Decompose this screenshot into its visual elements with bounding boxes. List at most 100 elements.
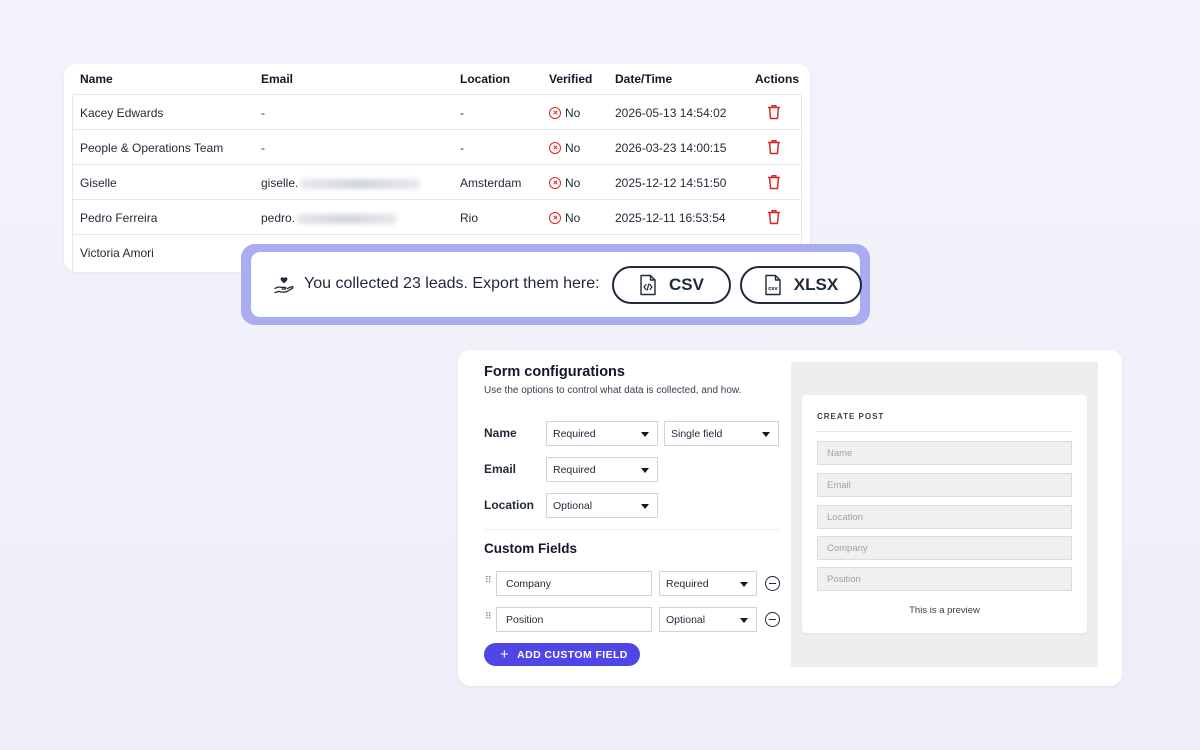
- redacted-email: [297, 213, 398, 224]
- x-circle-icon: [549, 107, 561, 119]
- remove-circle-icon[interactable]: [765, 576, 780, 591]
- export-csv-button[interactable]: CSV: [612, 266, 731, 304]
- xlsx-label: XLSX: [793, 275, 839, 294]
- verified-text: No: [565, 106, 581, 120]
- code-file-icon: [640, 274, 656, 296]
- trash-icon[interactable]: [767, 209, 781, 225]
- x-circle-icon: [549, 177, 561, 189]
- caret-down-icon: [641, 468, 649, 473]
- table-row[interactable]: Giselle giselle. Amsterdam No 2025-12-12…: [73, 165, 801, 200]
- plus-icon: +: [500, 646, 510, 663]
- add-custom-field-button[interactable]: + ADD CUSTOM FIELD: [484, 643, 640, 666]
- csv-file-icon: csv: [765, 274, 781, 296]
- verified-text: No: [565, 176, 581, 190]
- name-field-label: Name: [484, 426, 517, 440]
- cell-datetime: 2025-12-12 14:51:50: [615, 176, 727, 190]
- cell-location: -: [460, 106, 464, 120]
- export-bar: You collected 23 leads. Export them here…: [241, 244, 870, 325]
- cell-name: People & Operations Team: [80, 141, 224, 155]
- table-row[interactable]: Kacey Edwards - - No 2026-05-13 14:54:02: [73, 95, 801, 130]
- company-requirement-select[interactable]: Required: [659, 571, 757, 596]
- add-button-label: ADD CUSTOM FIELD: [517, 648, 628, 661]
- cell-location: -: [460, 141, 464, 155]
- redacted-email: [300, 178, 421, 189]
- x-circle-icon: [549, 212, 561, 224]
- select-value: Required: [666, 578, 709, 590]
- drag-handle-icon[interactable]: ⠿: [485, 576, 492, 585]
- preview-note: This is a preview: [909, 605, 980, 616]
- location-field-label: Location: [484, 498, 534, 512]
- trash-icon[interactable]: [767, 174, 781, 190]
- cell-email: pedro.: [261, 211, 398, 225]
- leads-table: Name Email Location Verified Date/Time A…: [64, 64, 810, 272]
- cell-location: Amsterdam: [460, 176, 522, 190]
- cell-datetime: 2025-12-11 16:53:54: [615, 211, 726, 225]
- verified-text: No: [565, 141, 581, 155]
- header-location[interactable]: Location: [460, 72, 510, 86]
- cell-location: Rio: [460, 211, 479, 225]
- export-panel: You collected 23 leads. Export them here…: [251, 252, 862, 317]
- export-xlsx-button[interactable]: csv XLSX: [740, 266, 862, 304]
- form-configuration-card: Form configurations Use the options to c…: [458, 350, 1122, 686]
- form-title: Form configurations: [484, 364, 625, 380]
- email-text: giselle.: [261, 176, 299, 190]
- cell-email: giselle.: [261, 176, 421, 190]
- header-name[interactable]: Name: [80, 72, 113, 86]
- header-datetime[interactable]: Date/Time: [615, 72, 672, 86]
- cell-verified: No: [549, 106, 580, 120]
- select-value: Required: [553, 464, 596, 476]
- position-requirement-select[interactable]: Optional: [659, 607, 757, 632]
- caret-down-icon: [740, 618, 748, 623]
- preview-divider: [817, 431, 1072, 432]
- cell-email: -: [261, 141, 265, 155]
- csv-label: CSV: [669, 275, 704, 294]
- cell-datetime: 2026-03-23 14:00:15: [615, 141, 727, 155]
- section-divider: [484, 529, 780, 530]
- table-row[interactable]: Pedro Ferreira pedro. Rio No 2025-12-11 …: [73, 200, 801, 235]
- select-value: Optional: [553, 500, 593, 512]
- select-value: Single field: [671, 428, 723, 440]
- svg-text:csv: csv: [768, 286, 778, 292]
- cell-email: -: [261, 106, 265, 120]
- form-subtitle: Use the options to control what data is …: [484, 385, 742, 396]
- preview-location-input[interactable]: Location: [817, 505, 1072, 529]
- header-email[interactable]: Email: [261, 72, 293, 86]
- header-verified[interactable]: Verified: [549, 72, 592, 86]
- preview-company-input[interactable]: Company: [817, 536, 1072, 560]
- table-header: Name Email Location Verified Date/Time A…: [64, 64, 810, 94]
- export-message: You collected 23 leads. Export them here…: [304, 275, 600, 292]
- cell-name: Giselle: [80, 176, 117, 190]
- caret-down-icon: [740, 582, 748, 587]
- select-value: Required: [553, 428, 596, 440]
- name-requirement-select[interactable]: Required: [546, 421, 658, 446]
- custom-field-input-company[interactable]: Company: [496, 571, 652, 596]
- cell-verified: No: [549, 141, 580, 155]
- email-text: pedro.: [261, 211, 296, 225]
- cell-name: Pedro Ferreira: [80, 211, 158, 225]
- remove-circle-icon[interactable]: [765, 612, 780, 627]
- location-requirement-select[interactable]: Optional: [546, 493, 658, 518]
- preview-email-input[interactable]: Email: [817, 473, 1072, 497]
- cell-name: Victoria Amori: [80, 246, 154, 260]
- trash-icon[interactable]: [767, 139, 781, 155]
- caret-down-icon: [762, 432, 770, 437]
- name-mode-select[interactable]: Single field: [664, 421, 779, 446]
- email-requirement-select[interactable]: Required: [546, 457, 658, 482]
- preview-form: CREATE POST Name Email Location Company …: [802, 395, 1087, 633]
- hand-heart-icon: [274, 277, 294, 294]
- cell-verified: No: [549, 211, 580, 225]
- cell-datetime: 2026-05-13 14:54:02: [615, 106, 727, 120]
- table-row[interactable]: People & Operations Team - - No 2026-03-…: [73, 130, 801, 165]
- header-actions: Actions: [755, 72, 800, 86]
- caret-down-icon: [641, 432, 649, 437]
- preview-position-input[interactable]: Position: [817, 567, 1072, 591]
- drag-handle-icon[interactable]: ⠿: [485, 612, 492, 621]
- trash-icon[interactable]: [767, 104, 781, 120]
- custom-field-input-position[interactable]: Position: [496, 607, 652, 632]
- email-field-label: Email: [484, 462, 517, 476]
- caret-down-icon: [641, 504, 649, 509]
- cell-verified: No: [549, 176, 580, 190]
- preview-name-input[interactable]: Name: [817, 441, 1072, 465]
- x-circle-icon: [549, 142, 561, 154]
- verified-text: No: [565, 211, 581, 225]
